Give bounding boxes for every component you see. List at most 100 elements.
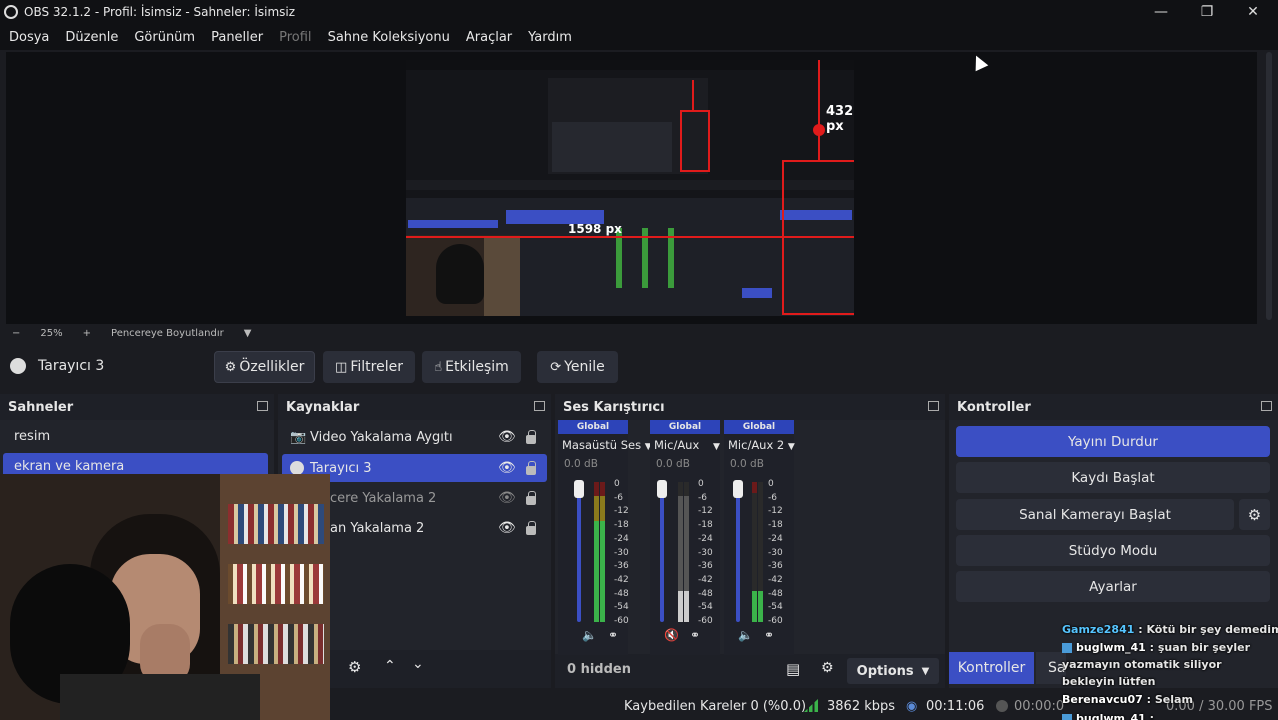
lock-icon[interactable] <box>526 430 536 444</box>
level-meter <box>758 482 763 622</box>
monitor-icon[interactable]: ⚭ <box>690 628 700 642</box>
preview-canvas[interactable]: 432 px 1598 px <box>6 52 1257 324</box>
sources-title: Kaynaklar <box>278 394 551 420</box>
start-virtual-camera-button[interactable]: Sanal Kamerayı Başlat <box>956 499 1234 530</box>
tick-label: -18 <box>698 520 713 531</box>
tick-label: -6 <box>768 492 777 503</box>
float-icon[interactable] <box>257 401 268 411</box>
channel-name-label: Mic/Aux <box>654 438 700 452</box>
menu-help[interactable]: Yardım <box>528 30 572 45</box>
channel-name[interactable]: Mic/Aux ▼ <box>650 438 720 452</box>
filters-button[interactable]: ◫ Filtreler <box>323 351 415 383</box>
minimize-icon[interactable]: — <box>1138 0 1184 24</box>
float-icon[interactable] <box>1261 401 1272 411</box>
tick-label: 0 <box>698 479 704 489</box>
chat-message: Berenavcu07 : Selam <box>1062 690 1278 709</box>
eye-icon[interactable]: 👁 <box>498 460 516 476</box>
scenes-title-label: Sahneler <box>8 399 74 415</box>
menu-scene-collection[interactable]: Sahne Koleksiyonu <box>328 30 450 45</box>
properties-button[interactable]: ⚙ Özellikler <box>214 351 315 383</box>
meter-ticks: 0 -6 -12 -18 -24 -30 -36 -42 -48 -54 -60 <box>768 478 783 629</box>
studio-mode-button[interactable]: Stüdyo Modu <box>956 535 1270 566</box>
gear-icon[interactable]: ⚙ <box>348 658 361 676</box>
menu-edit[interactable]: Düzenle <box>65 30 118 45</box>
controls-title-label: Kontroller <box>957 399 1031 415</box>
record-time: 00:00:0 <box>1014 698 1065 714</box>
speaker-icon[interactable]: 🔈 <box>738 628 753 642</box>
tick-label: -24 <box>614 533 629 544</box>
menu-tools[interactable]: Araçlar <box>466 30 512 45</box>
zoom-out-icon[interactable]: − <box>12 328 20 339</box>
menu-bar: Dosya Düzenle Görünüm Paneller Profil Sa… <box>0 24 1278 50</box>
chat-text: : <box>1145 712 1155 720</box>
lock-icon[interactable] <box>526 491 536 505</box>
interact-button[interactable]: ☝ Etkileşim <box>422 351 521 383</box>
speaker-icon[interactable]: 🔈 <box>582 628 597 642</box>
hand-icon: ☝ <box>434 359 443 375</box>
start-recording-button[interactable]: Kaydı Başlat <box>956 462 1270 493</box>
twitch-icon <box>1062 643 1072 653</box>
speaker-muted-icon[interactable]: 🔇 <box>664 628 679 642</box>
tick-label: -36 <box>614 561 629 572</box>
source-label: cere Yakalama 2 <box>330 490 437 506</box>
channel-name[interactable]: Mic/Aux 2 ▼ <box>724 438 795 452</box>
controls-title: Kontroller <box>949 394 1278 420</box>
layout-icon[interactable]: ▤ <box>786 660 800 678</box>
eye-icon[interactable]: 👁 <box>498 429 516 445</box>
float-icon[interactable] <box>534 401 545 411</box>
lock-icon[interactable] <box>526 521 536 535</box>
twitch-icon <box>1062 714 1072 720</box>
monitor-icon[interactable]: ⚭ <box>764 628 774 642</box>
volume-fader-knob[interactable] <box>657 480 667 498</box>
scene-item[interactable]: resim <box>3 423 268 450</box>
channel-name[interactable]: Masaüstü Ses ▼ <box>558 438 652 452</box>
window-title: OBS 32.1.2 - Profil: İsimsiz - Sahneler:… <box>24 5 296 19</box>
tick-label: -48 <box>698 588 713 599</box>
float-icon[interactable] <box>928 401 939 411</box>
monitor-icon[interactable]: ⚭ <box>608 628 618 642</box>
menu-file[interactable]: Dosya <box>9 30 49 45</box>
measure-width-label: 1598 px <box>568 222 622 236</box>
level-meter <box>684 482 689 622</box>
books-row <box>228 564 324 604</box>
lock-icon[interactable] <box>526 461 536 475</box>
eye-hidden-icon[interactable]: 👁 <box>498 490 516 506</box>
menu-docks[interactable]: Paneller <box>211 30 263 45</box>
eye-icon[interactable]: 👁 <box>498 520 516 536</box>
volume-fader-knob[interactable] <box>574 480 584 498</box>
channel-global-label: Global <box>558 420 628 434</box>
source-item[interactable]: 📷 Video Yakalama Aygıtı 👁 <box>282 423 547 451</box>
move-up-icon[interactable]: ⌃ <box>384 658 396 674</box>
preview-scrollbar[interactable] <box>1266 52 1272 320</box>
tick-label: -30 <box>768 547 783 558</box>
menu-view[interactable]: Görünüm <box>134 30 195 45</box>
settings-button[interactable]: Ayarlar <box>956 571 1270 602</box>
close-icon[interactable]: ✕ <box>1230 0 1276 24</box>
refresh-button[interactable]: ⟳ Yenile <box>537 351 618 383</box>
tick-label: 0 <box>614 479 620 489</box>
tick-label: -30 <box>698 547 713 558</box>
chevron-down-icon[interactable]: ▼ <box>244 328 252 339</box>
volume-fader[interactable] <box>736 482 740 622</box>
settings-icon[interactable]: ⚙ <box>821 660 834 676</box>
tab-controls[interactable]: Kontroller <box>949 652 1034 684</box>
chevron-down-icon: ▼ <box>712 442 720 452</box>
volume-fader-knob[interactable] <box>733 480 743 498</box>
stop-stream-label: Yayını Durdur <box>1068 433 1158 450</box>
tab-controls-label: Kontroller <box>957 660 1026 676</box>
virtual-camera-settings-button[interactable]: ⚙ <box>1239 499 1270 530</box>
move-down-icon[interactable]: ⌄ <box>412 656 424 672</box>
filter-icon: ◫ <box>335 359 348 375</box>
volume-fader[interactable] <box>660 482 664 622</box>
maximize-icon[interactable]: ❐ <box>1184 0 1230 24</box>
resize-to-window-label[interactable]: Pencereye Boyutlandır <box>111 328 224 339</box>
zoom-in-icon[interactable]: + <box>83 328 91 339</box>
mixer-title-label: Ses Karıştırıcı <box>563 399 665 415</box>
tick-label: -18 <box>614 520 629 531</box>
options-label: Options <box>856 663 914 679</box>
chat-message: buglwm_41 : şuan bir şeyler yazmayın oto… <box>1062 639 1278 690</box>
menu-profile[interactable]: Profil <box>279 30 311 45</box>
stop-stream-button[interactable]: Yayını Durdur <box>956 426 1270 457</box>
options-button[interactable]: Options ▼ <box>847 658 939 684</box>
volume-fader[interactable] <box>577 482 581 622</box>
